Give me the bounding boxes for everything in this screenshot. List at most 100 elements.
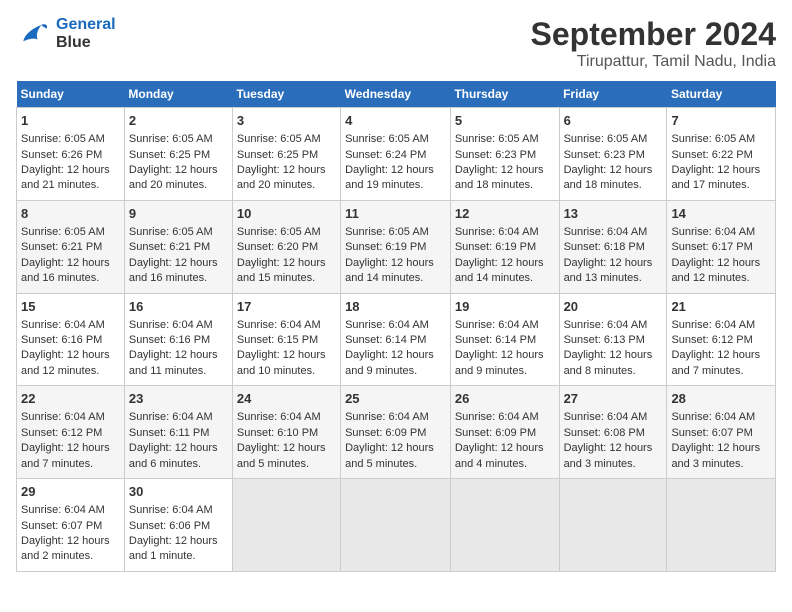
calendar-cell: 1Sunrise: 6:05 AMSunset: 6:26 PMDaylight… [17,108,125,201]
sunset: Sunset: 6:09 PM [345,427,426,439]
day-number: 4 [345,112,446,130]
day-number: 21 [671,298,771,316]
sunrise: Sunrise: 6:04 AM [21,504,105,516]
day-number: 30 [129,483,228,501]
sunset: Sunset: 6:08 PM [564,427,645,439]
sunset: Sunset: 6:16 PM [21,334,102,346]
weekday-header-friday: Friday [559,81,667,108]
daylight: Daylight: 12 hours and 7 minutes. [21,442,110,469]
sunset: Sunset: 6:19 PM [455,241,536,253]
daylight: Daylight: 12 hours and 9 minutes. [345,349,434,376]
calendar-cell: 29Sunrise: 6:04 AMSunset: 6:07 PMDayligh… [17,479,125,572]
calendar-cell: 10Sunrise: 6:05 AMSunset: 6:20 PMDayligh… [232,200,340,293]
daylight: Daylight: 12 hours and 4 minutes. [455,442,544,469]
sunrise: Sunrise: 6:04 AM [455,411,539,423]
logo: General Blue [16,16,116,52]
sunrise: Sunrise: 6:04 AM [21,411,105,423]
sunrise: Sunrise: 6:04 AM [671,411,755,423]
sunset: Sunset: 6:07 PM [671,427,752,439]
sunrise: Sunrise: 6:04 AM [129,319,213,331]
day-number: 11 [345,205,446,223]
sunset: Sunset: 6:14 PM [455,334,536,346]
sunrise: Sunrise: 6:04 AM [455,226,539,238]
daylight: Daylight: 12 hours and 20 minutes. [129,164,218,191]
sunrise: Sunrise: 6:04 AM [345,319,429,331]
calendar-cell: 2Sunrise: 6:05 AMSunset: 6:25 PMDaylight… [124,108,232,201]
sunset: Sunset: 6:25 PM [237,149,318,161]
calendar-cell: 7Sunrise: 6:05 AMSunset: 6:22 PMDaylight… [667,108,776,201]
sunset: Sunset: 6:19 PM [345,241,426,253]
daylight: Daylight: 12 hours and 7 minutes. [671,349,760,376]
calendar-cell [667,479,776,572]
sunset: Sunset: 6:21 PM [129,241,210,253]
calendar-title-block: September 2024 Tirupattur, Tamil Nadu, I… [531,16,776,71]
sunrise: Sunrise: 6:05 AM [237,226,321,238]
sunrise: Sunrise: 6:05 AM [21,133,105,145]
weekday-header-tuesday: Tuesday [232,81,340,108]
page-header: General Blue September 2024 Tirupattur, … [16,16,776,71]
sunset: Sunset: 6:23 PM [564,149,645,161]
day-number: 27 [564,390,663,408]
weekday-header-sunday: Sunday [17,81,125,108]
sunset: Sunset: 6:24 PM [345,149,426,161]
calendar-week-row: 29Sunrise: 6:04 AMSunset: 6:07 PMDayligh… [17,479,776,572]
calendar-cell: 8Sunrise: 6:05 AMSunset: 6:21 PMDaylight… [17,200,125,293]
day-number: 15 [21,298,120,316]
daylight: Daylight: 12 hours and 12 minutes. [671,257,760,284]
calendar-cell: 24Sunrise: 6:04 AMSunset: 6:10 PMDayligh… [232,386,340,479]
calendar-week-row: 8 Sunrise: 6:05 AM Sunset: 6:21 PM Daylight… [17,200,776,293]
sunrise: Sunrise: 6:04 AM [237,319,321,331]
calendar-cell: 15Sunrise: 6:04 AMSunset: 6:16 PMDayligh… [17,293,125,386]
day-number: 8 [21,205,120,223]
calendar-week-row: 1Sunrise: 6:05 AMSunset: 6:26 PMDaylight… [17,108,776,201]
daylight: Daylight: 12 hours and 14 minutes. [345,257,434,284]
weekday-header-monday: Monday [124,81,232,108]
sunset: Sunset: 6:20 PM [237,241,318,253]
daylight: Daylight: 12 hours and 5 minutes. [237,442,326,469]
sunrise: Sunrise: 6:04 AM [455,319,539,331]
day-number: 23 [129,390,228,408]
sunrise: Sunrise: 6:04 AM [564,319,648,331]
daylight: Daylight: 12 hours and 20 minutes. [237,164,326,191]
daylight: Daylight: 12 hours and 11 minutes. [129,349,218,376]
day-number: 6 [564,112,663,130]
daylight: Daylight: 12 hours and 16 minutes. [129,257,218,284]
calendar-week-row: 22 Sunrise: 6:04 AM Sunset: 6:12 PM Dayligh… [17,386,776,479]
day-number: 29 [21,483,120,501]
calendar-month-year: September 2024 [531,16,776,53]
sunrise: Sunrise: 6:05 AM [455,133,539,145]
logo-icon [16,16,52,52]
daylight: Daylight: 12 hours and 1 minute. [129,535,218,562]
day-number: 22 [21,390,120,408]
calendar-cell: 16 Sunrise: 6:04 AM Sunset: 6:16 PM Dayligh… [124,293,232,386]
day-number: 25 [345,390,446,408]
sunset: Sunset: 6:25 PM [129,149,210,161]
daylight: Daylight: 12 hours and 17 minutes. [671,164,760,191]
daylight: Daylight: 12 hours and 15 minutes. [237,257,326,284]
weekday-header-saturday: Saturday [667,81,776,108]
sunset: Sunset: 6:12 PM [21,427,102,439]
calendar-cell: 3Sunrise: 6:05 AMSunset: 6:25 PMDaylight… [232,108,340,201]
sunrise: Sunrise: 6:05 AM [129,133,213,145]
day-number: 17 [237,298,336,316]
day-number: 20 [564,298,663,316]
calendar-cell: 11 Sunrise: 6:05 AM Sunset: 6:19 PM Dayligh… [341,200,451,293]
sunset: Sunset: 6:10 PM [237,427,318,439]
calendar-cell: 30Sunrise: 6:04 AMSunset: 6:06 PMDayligh… [124,479,232,572]
day-number: 16 [129,298,228,316]
daylight: Daylight: 12 hours and 5 minutes. [345,442,434,469]
daylight: Daylight: 12 hours and 16 minutes. [21,257,110,284]
sunrise: Sunrise: 6:04 AM [671,319,755,331]
daylight: Daylight: 12 hours and 13 minutes. [564,257,653,284]
sunset: Sunset: 6:15 PM [237,334,318,346]
sunset: Sunset: 6:16 PM [129,334,210,346]
sunrise: Sunrise: 6:05 AM [345,226,429,238]
calendar-table: SundayMondayTuesdayWednesdayThursdayFrid… [16,81,776,572]
day-number: 3 [237,112,336,130]
calendar-cell: 5Sunrise: 6:05 AMSunset: 6:23 PMDaylight… [450,108,559,201]
sunset: Sunset: 6:13 PM [564,334,645,346]
sunset: Sunset: 6:23 PM [455,149,536,161]
calendar-week-row: 15 Sunrise: 6:04 AM Sunset: 6:16 PM Dayligh… [17,293,776,386]
logo-text: General Blue [56,16,116,51]
day-number: 5 [455,112,555,130]
